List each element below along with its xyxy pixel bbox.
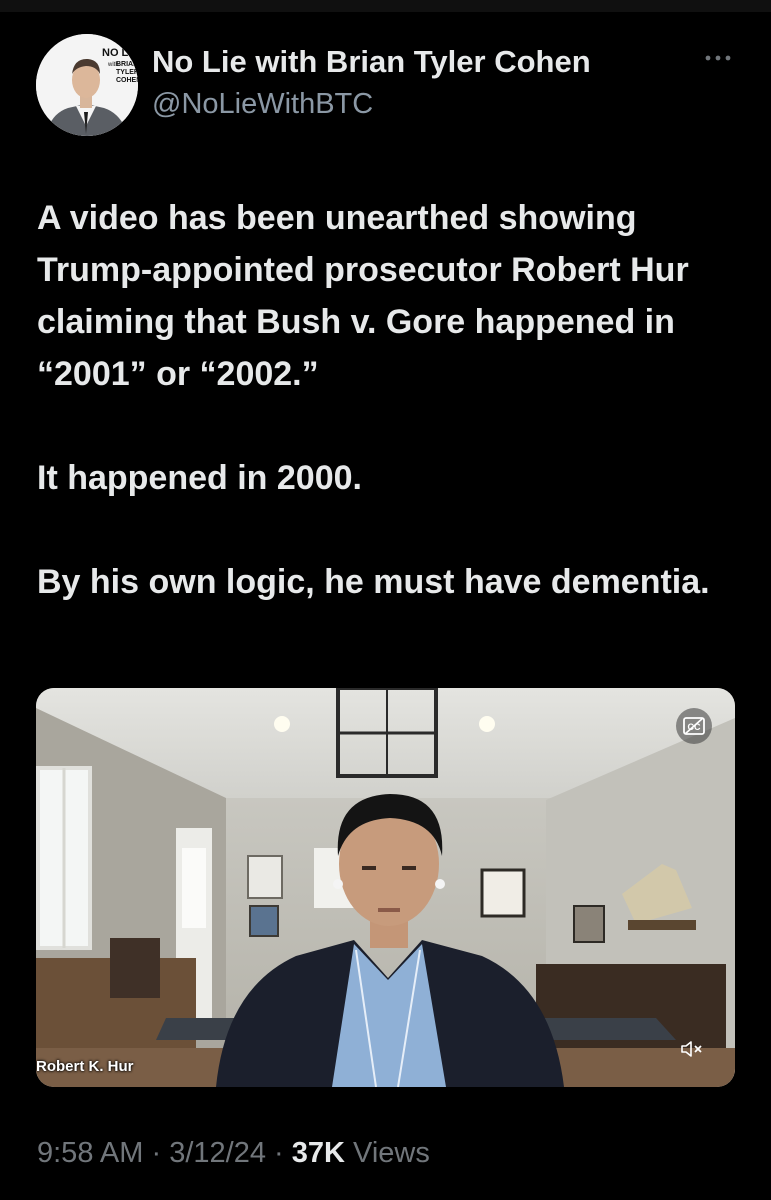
svg-text:BRIAN: BRIAN [116, 61, 138, 68]
tweet-paragraph: By his own logic, he must have dementia. [37, 563, 710, 601]
video-player[interactable]: CC [36, 688, 735, 1087]
meta-separator: · [151, 1137, 162, 1169]
tweet-text: A video has been unearthed showing Trump… [37, 192, 737, 608]
closed-captions-button[interactable]: CC [676, 708, 712, 744]
video-speaker-label: Robert K. Hur [36, 1058, 134, 1075]
tweet-paragraph: A video has been unearthed showing Trump… [37, 199, 689, 393]
tweet-paragraph: It happened in 2000. [37, 459, 362, 497]
speaker-muted-icon [681, 1041, 702, 1057]
tweet-date[interactable]: 3/12/24 [169, 1137, 266, 1169]
avatar-image: NO LIE with BRIAN TYLER COHEN [36, 34, 138, 136]
avatar[interactable]: NO LIE with BRIAN TYLER COHEN [36, 34, 138, 136]
meta-separator: · [274, 1137, 284, 1169]
author-name[interactable]: No Lie with Brian Tyler Cohen [152, 44, 591, 80]
top-status-strip [0, 0, 771, 12]
svg-text:TYLER: TYLER [116, 69, 138, 76]
closed-captions-icon: CC [683, 717, 705, 735]
svg-text:NO LIE: NO LIE [102, 47, 138, 59]
svg-text:COHEN: COHEN [116, 77, 138, 84]
more-options-button[interactable] [700, 46, 736, 70]
video-frame [36, 688, 735, 1087]
tweet-time[interactable]: 9:58 AM [37, 1137, 143, 1169]
more-horizontal-icon [705, 55, 731, 61]
views-count[interactable]: 37K [292, 1137, 345, 1169]
unmute-button[interactable] [676, 1033, 708, 1065]
tweet-meta: 9:58 AM · 3/12/24 · 37K Views [37, 1137, 430, 1170]
author-handle[interactable]: @NoLieWithBTC [152, 88, 373, 121]
views-label[interactable]: Views [353, 1137, 430, 1169]
